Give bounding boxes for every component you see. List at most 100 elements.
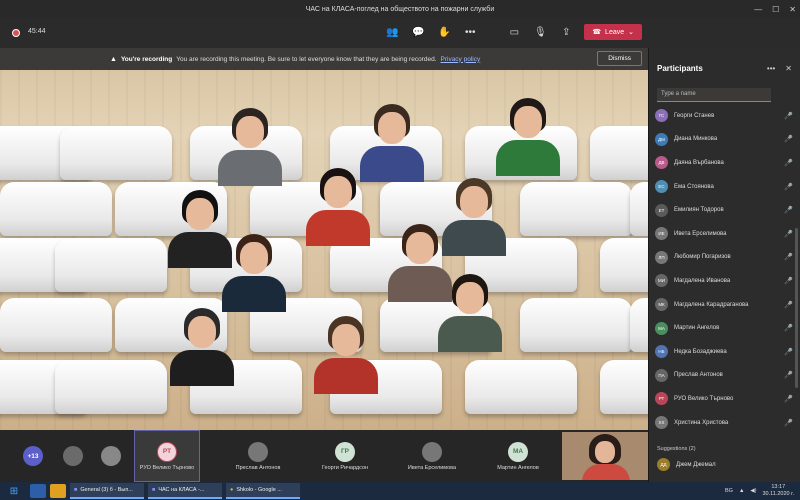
network-icon[interactable]: ▲ <box>739 488 744 494</box>
avatar: МА <box>508 441 528 462</box>
participant-video[interactable] <box>208 106 292 186</box>
participant-row[interactable]: ЛП Любомир Погаризов 🎤 <box>655 246 795 270</box>
participant-row[interactable]: ДМ Диана Минкова 🎤 <box>655 128 795 152</box>
muted-mic-icon[interactable]: 🎤 <box>784 348 793 356</box>
muted-mic-icon[interactable]: 🎤 <box>784 159 793 167</box>
clock[interactable]: 13:17 30.11.2020 г. <box>762 484 794 498</box>
face <box>324 176 352 208</box>
muted-mic-icon[interactable]: 🎤 <box>784 206 793 214</box>
tile-name: РУО Велико Търново <box>139 464 195 471</box>
close-button[interactable]: ✕ <box>789 5 796 14</box>
torso <box>306 210 370 246</box>
self-view-video[interactable] <box>562 432 648 480</box>
participant-row[interactable]: ДВ Даяна Върбанова 🎤 <box>655 151 795 175</box>
seat <box>0 182 112 236</box>
folder-icon[interactable] <box>50 484 66 498</box>
participant-row[interactable]: ХХ Христина Христова 🎤 <box>655 411 795 435</box>
taskbar-item-meeting[interactable]: ■ ЧАС на КЛАСА -... <box>148 483 222 499</box>
participant-video[interactable] <box>304 314 388 394</box>
maximize-button[interactable]: ☐ <box>772 5 779 14</box>
participant-row[interactable]: МК Магдалена Карадраганова 🎤 <box>655 293 795 317</box>
participant-row[interactable]: ГС Георги Станев 🎤 <box>655 104 795 128</box>
participant-row[interactable]: ИЕ Ивета Ерселимова 🎤 <box>655 222 795 246</box>
torso <box>218 150 282 186</box>
muted-mic-icon[interactable]: 🎤 <box>784 395 793 403</box>
muted-mic-icon[interactable]: 🎤 <box>784 183 793 191</box>
camera-icon[interactable]: ▭ <box>506 24 522 40</box>
taskbar-item-chrome[interactable]: ● Shkolo - Google ... <box>226 483 300 499</box>
avatar: ИЕ <box>655 227 668 241</box>
participant-video[interactable] <box>428 272 512 352</box>
overflow-participants-button[interactable]: +13 <box>18 430 48 482</box>
participant-row[interactable]: НБ Недка Бозаджиева 🎤 <box>655 340 795 364</box>
chevron-down-icon[interactable]: ⌄ <box>628 28 634 36</box>
more-icon[interactable]: ••• <box>462 24 478 40</box>
leave-button[interactable]: ☎ Leave ⌄ <box>584 24 642 40</box>
face <box>188 316 216 348</box>
participant-video[interactable] <box>160 306 244 386</box>
chat-icon[interactable]: 💬 <box>410 24 426 40</box>
participant-row[interactable]: МИ Магдалена Иванова 🎤 <box>655 269 795 293</box>
close-panel-icon[interactable]: ✕ <box>785 64 792 73</box>
more-options-icon[interactable]: ••• <box>767 64 775 73</box>
participants-icon[interactable]: 👥 <box>384 24 400 40</box>
participant-row[interactable]: РТ РУО Велико Търново 🎤 <box>655 387 795 411</box>
muted-mic-icon[interactable]: 🎤 <box>784 277 793 285</box>
strip-tile-0[interactable]: РТ РУО Велико Търново <box>134 430 200 482</box>
muted-mic-icon[interactable]: 🎤 <box>784 135 793 143</box>
seat <box>55 360 167 414</box>
avatar: ХХ <box>655 416 668 430</box>
suggestion-item[interactable]: ДД Джем Джемал <box>657 458 716 471</box>
system-tray: BG ▲ ◀) 13:17 30.11.2020 г. <box>725 482 794 500</box>
strip-tile-2[interactable]: ГР Георги Ричардсон <box>305 430 385 482</box>
muted-mic-icon[interactable]: 🎤 <box>784 112 793 120</box>
participant-name: Преслав Антонов <box>674 372 723 379</box>
mic-icon[interactable]: 🎙 <box>532 24 548 40</box>
privacy-policy-link[interactable]: Privacy policy <box>441 56 481 63</box>
avatar: НБ <box>655 345 668 359</box>
participant-name: Емилиян Тодоров <box>674 207 724 214</box>
participant-video[interactable] <box>486 96 570 176</box>
participant-row[interactable]: ПА Преслав Антонов 🎤 <box>655 364 795 388</box>
face <box>240 242 268 274</box>
minimize-button[interactable]: — <box>754 5 762 14</box>
muted-mic-icon[interactable]: 🎤 <box>784 301 793 309</box>
volume-icon[interactable]: ◀) <box>750 488 756 494</box>
windows-start-icon[interactable]: ⊞ <box>0 482 28 500</box>
raise-hand-icon[interactable]: ✋ <box>436 24 452 40</box>
participant-name: Недка Бозаджиева <box>674 348 727 355</box>
seat <box>630 182 648 236</box>
taskbar-item-teams[interactable]: ■ General (3) б - Вып... <box>70 483 144 499</box>
participant-name: Христина Христова <box>674 419 729 426</box>
recording-indicator-icon <box>12 29 20 37</box>
participant-row[interactable]: МА Мартин Ангелов 🎤 <box>655 316 795 340</box>
dismiss-button[interactable]: Dismiss <box>597 51 642 66</box>
muted-mic-icon[interactable]: 🎤 <box>784 230 793 238</box>
language-indicator[interactable]: BG <box>725 488 733 494</box>
muted-mic-icon[interactable]: 🎤 <box>784 371 793 379</box>
muted-mic-icon[interactable]: 🎤 <box>784 253 793 261</box>
avatar: ЕС <box>655 180 668 194</box>
panel-scrollbar[interactable] <box>795 228 798 388</box>
strip-tile-1[interactable]: Преслав Антонов <box>218 430 298 482</box>
participant-video[interactable] <box>296 166 380 246</box>
participant-row[interactable]: ЕС Ема Стоянова 🎤 <box>655 175 795 199</box>
muted-mic-icon[interactable]: 🎤 <box>784 324 793 332</box>
suggestions-header[interactable]: Suggestions (2) <box>657 446 696 452</box>
video-thumb-2[interactable] <box>96 430 126 482</box>
participant-row[interactable]: ЕТ Емилиян Тодоров 🎤 <box>655 198 795 222</box>
seat <box>55 238 167 292</box>
strip-tile-4[interactable]: МА Мартин Ангелов <box>478 430 558 482</box>
participant-video[interactable] <box>212 232 296 312</box>
search-input[interactable]: Type a name <box>657 88 771 102</box>
strip-tile-3[interactable]: Ивета Ерселимова <box>392 430 472 482</box>
warning-icon: ▲ <box>110 55 117 63</box>
share-icon[interactable]: ⇪ <box>558 24 574 40</box>
video-thumb-1[interactable] <box>58 430 88 482</box>
teams-window: ЧАС на КЛАСА-поглед на обществото на пож… <box>0 0 800 500</box>
explorer-icon[interactable] <box>30 484 46 498</box>
participant-name: Георги Станев <box>674 112 715 119</box>
torso <box>314 358 378 394</box>
title-bar: ЧАС на КЛАСА-поглед на обществото на пож… <box>0 0 800 18</box>
muted-mic-icon[interactable]: 🎤 <box>784 419 793 427</box>
